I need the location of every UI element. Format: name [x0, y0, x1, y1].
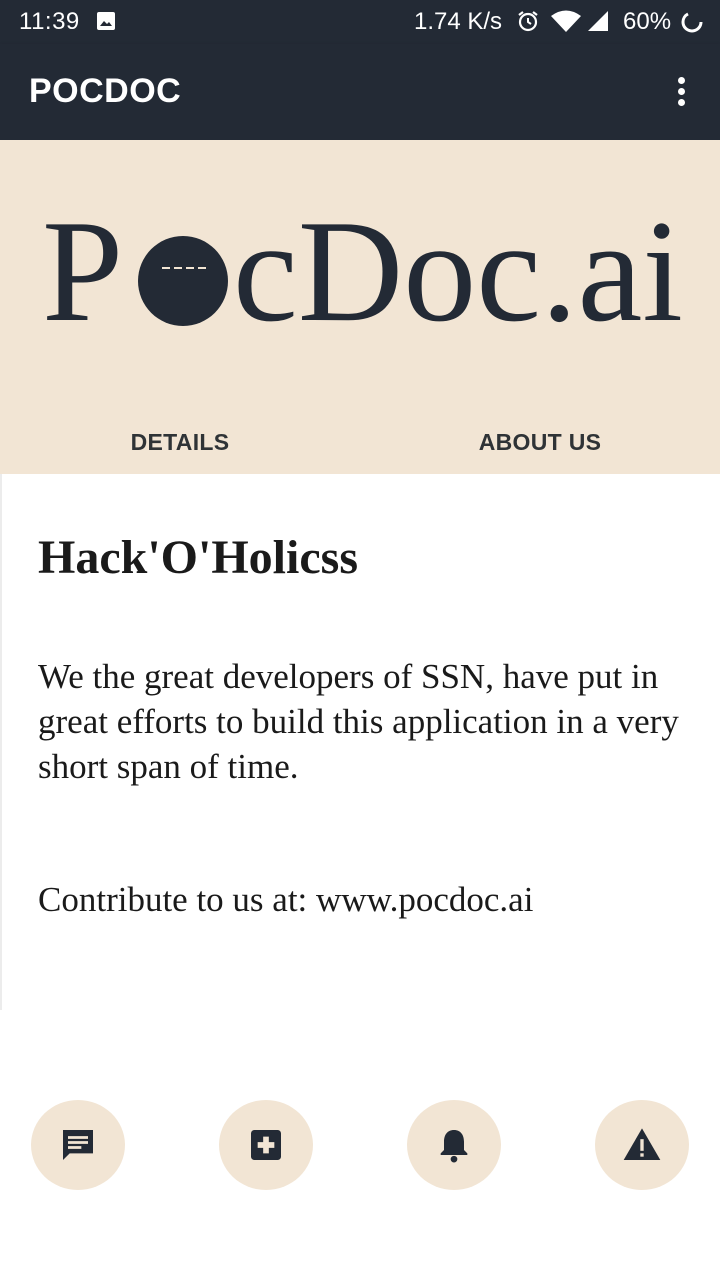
tab-details[interactable]: DETAILS: [0, 410, 360, 474]
chat-icon: [63, 1130, 93, 1160]
notifications-button[interactable]: [407, 1100, 501, 1190]
tab-about-us-label: ABOUT US: [478, 428, 602, 455]
bell-icon: [440, 1130, 468, 1163]
medical-button[interactable]: [219, 1100, 313, 1190]
wifi-icon: [551, 10, 581, 32]
alert-button[interactable]: [595, 1100, 689, 1190]
battery-percent: 60%: [623, 8, 672, 35]
contribute-text: Contribute to us at: www.pocdoc.ai: [38, 880, 534, 919]
battery-icon: [681, 11, 703, 33]
alarm-icon: [518, 11, 538, 32]
more-vert-icon[interactable]: [662, 70, 702, 114]
about-content: Hack'O'Holicss We the great developers o…: [0, 474, 720, 1010]
app-title: POCDOC: [29, 72, 182, 110]
team-title: Hack'O'Holicss: [38, 531, 359, 584]
chat-button[interactable]: [31, 1100, 125, 1190]
svg-text:P: P: [42, 190, 123, 352]
svg-text:cDoc.ai: cDoc.ai: [233, 190, 683, 352]
warning-icon: [623, 1128, 661, 1160]
tab-details-label: DETAILS: [130, 428, 230, 455]
app-bar: POCDOC: [0, 44, 720, 140]
signal-icon: [588, 11, 608, 31]
header-banner: P cDoc.ai DETAILS ABOUT US: [0, 140, 720, 474]
tab-about-us[interactable]: ABOUT US: [360, 410, 720, 474]
status-bar: 11:39 1.74 K/s 60%: [0, 0, 720, 44]
medical-cross-icon: [251, 1130, 281, 1160]
gallery-icon: [97, 12, 115, 30]
about-body: We the great developers of SSN, have put…: [38, 657, 679, 786]
network-speed: 1.74 K/s: [414, 8, 503, 35]
status-time: 11:39: [19, 8, 80, 35]
pocdoc-logo: P cDoc.ai: [42, 190, 683, 352]
